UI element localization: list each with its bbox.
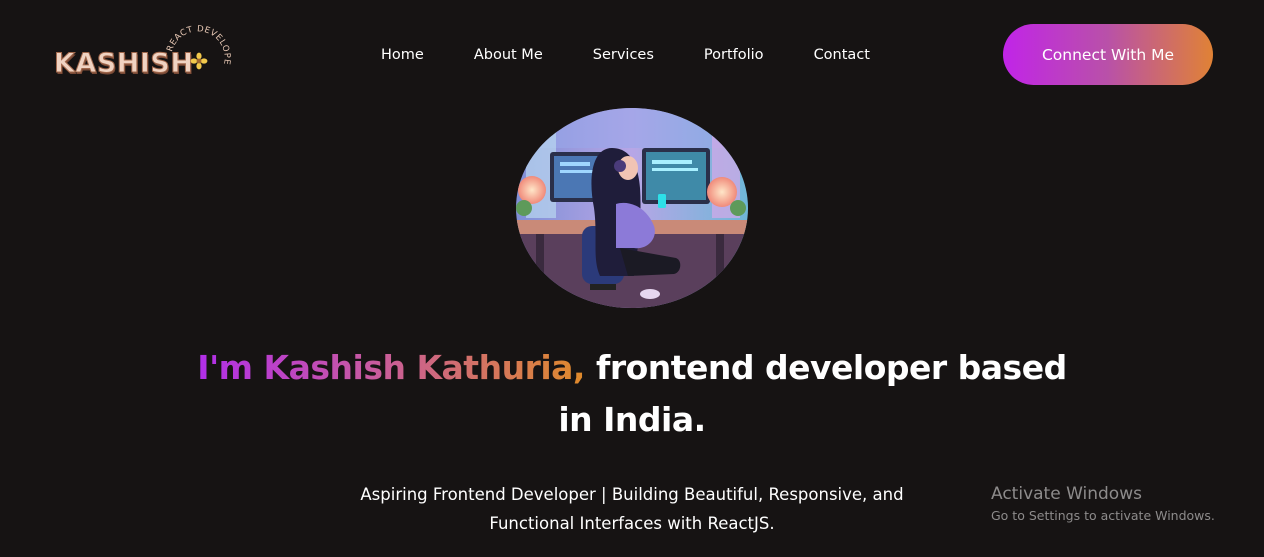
windows-activation-watermark: Activate Windows Go to Settings to activ… [991,482,1261,526]
watermark-title: Activate Windows [991,484,1142,504]
main-nav: Home About Me Services Portfolio Contact [381,45,870,65]
developer-girl-illustration-icon [516,108,748,308]
page: KASHISH REACT DEVELOPER Home About [0,0,1264,557]
nav-about-link[interactable]: About Me [474,47,543,63]
hero-headline-name: I'm Kashish Kathuria, [197,348,585,387]
hero-avatar-image [516,108,748,308]
logo[interactable]: KASHISH REACT DEVELOPER [53,24,231,84]
hero-headline: I'm Kashish Kathuria, frontend developer… [182,342,1082,446]
connect-with-me-button[interactable]: Connect With Me [1003,24,1213,85]
hero-subtitle: Aspiring Frontend Developer | Building B… [360,485,904,533]
nav-services-link[interactable]: Services [593,47,654,63]
flower-icon [190,52,208,70]
nav-contact-link[interactable]: Contact [814,47,870,63]
watermark-subtitle: Go to Settings to activate Windows. [991,508,1215,523]
hero-headline-rest: frontend developer based in India. [558,348,1067,439]
nav-portfolio-link[interactable]: Portfolio [704,47,764,63]
nav-home-link[interactable]: Home [381,47,424,63]
